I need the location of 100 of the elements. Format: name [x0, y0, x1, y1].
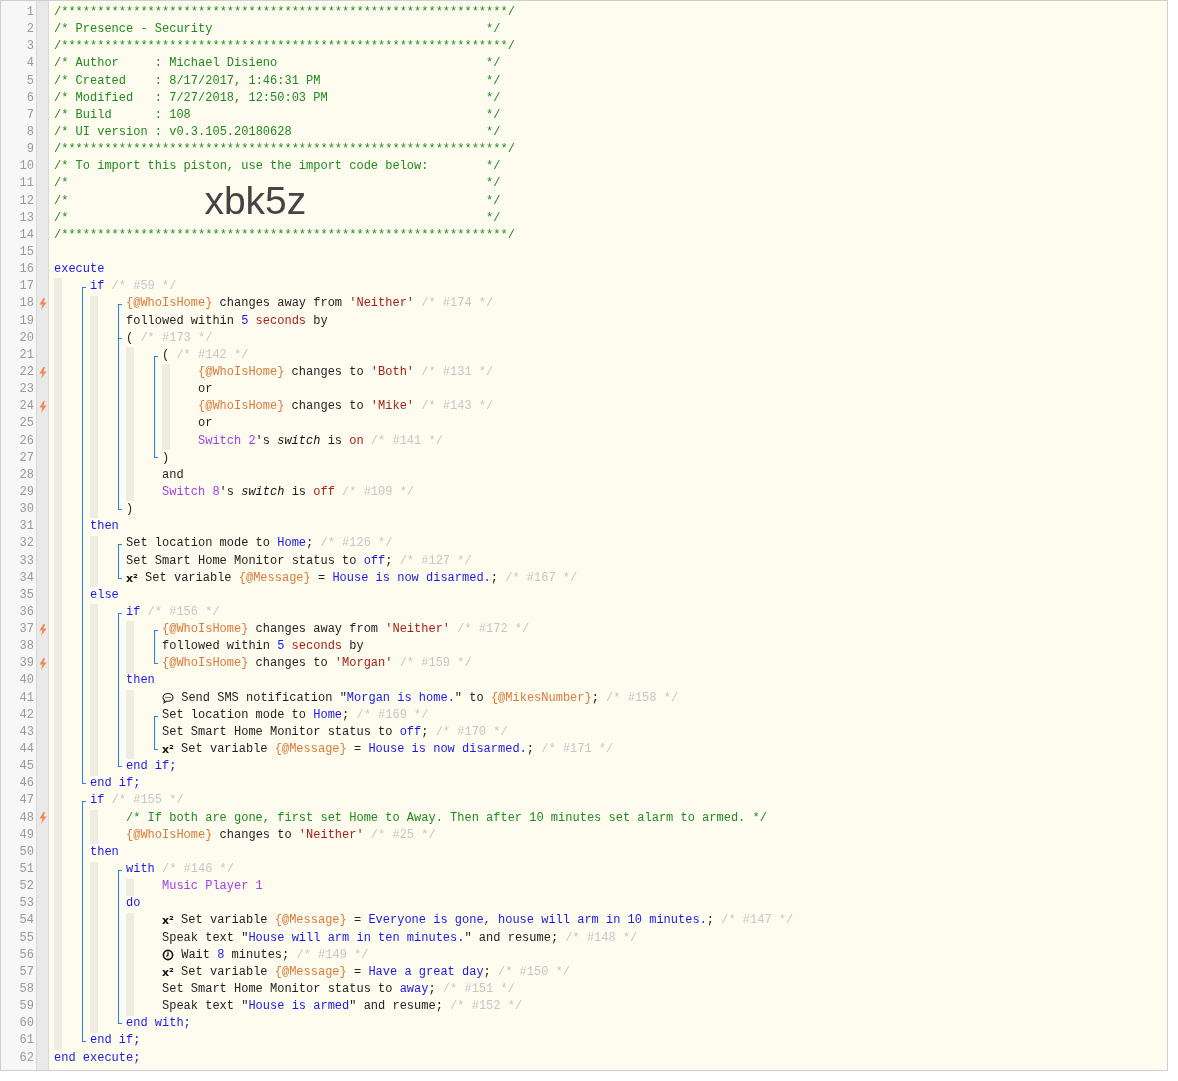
keyword: if: [90, 278, 105, 296]
string-literal: 'Mike': [370, 398, 415, 416]
statement-id: /* #158 */: [605, 689, 679, 707]
code-text: minutes;: [230, 946, 290, 964]
line-number: 14: [18, 226, 35, 244]
block-bracket: [154, 715, 158, 750]
device-name: Music Player 1: [162, 878, 263, 896]
code-text: Speak text ": [162, 998, 249, 1016]
code-comment: /* UI version : v0.3.105.20180628: [54, 124, 292, 141]
line-number: 39: [18, 655, 35, 673]
keyword: with: [126, 861, 155, 879]
device-name: Switch 2: [198, 432, 256, 450]
variable-symbol: x²: [162, 742, 174, 759]
code-comment: /* Author : Michael Disieno: [54, 55, 278, 73]
statement-id: /* #169 */: [355, 706, 429, 724]
line-number: 50: [18, 843, 35, 861]
code-text: by: [312, 312, 328, 330]
code-text: =: [352, 912, 363, 930]
line-number: 46: [18, 775, 35, 793]
speech-bubble-icon: [162, 692, 174, 705]
code-text: ): [126, 501, 134, 519]
code-comment: /**************************************************************/: [54, 4, 515, 21]
line-number: 54: [18, 912, 35, 930]
statement-id: /* #156 */: [146, 603, 220, 621]
value-literal: off: [399, 723, 422, 741]
code-comment: */: [486, 175, 501, 193]
line-number: 27: [18, 449, 35, 467]
line-number: 34: [18, 569, 35, 587]
code-text: " and resume;: [349, 998, 443, 1016]
code-text: changes to: [218, 826, 293, 844]
line-number: 42: [18, 706, 35, 724]
block-bracket: [154, 629, 158, 665]
line-number: 57: [18, 963, 35, 981]
string-literal: 'Neither': [385, 621, 451, 639]
value-literal: House will arm in ten minutes.: [248, 929, 465, 947]
code-text: Set Smart Home Monitor status to: [126, 552, 358, 570]
line-number: 53: [18, 895, 35, 913]
line-number: 26: [18, 432, 35, 450]
code-comment: */: [486, 192, 501, 210]
code-text: =: [352, 963, 363, 981]
variable-symbol: x²: [162, 913, 174, 930]
number-literal: 5: [277, 638, 285, 656]
line-number: 32: [18, 535, 35, 553]
statement-id: /* #170 */: [434, 723, 508, 741]
code-comment: */: [486, 72, 501, 90]
code-comment: /*: [54, 192, 69, 210]
code-text: Set location mode to: [162, 706, 308, 724]
code-comment: */: [486, 55, 501, 73]
keyword: if: [90, 792, 105, 810]
code-text: Set variable: [180, 741, 269, 759]
code-text: ;: [342, 706, 350, 724]
code-comment: /**************************************************************/: [54, 38, 515, 56]
code-comment: */: [486, 106, 501, 124]
line-number: 56: [18, 946, 35, 964]
number-literal: 5: [241, 312, 249, 330]
keyword: execute: [54, 261, 105, 279]
keyword: end if;: [90, 1032, 141, 1050]
line-number: 28: [18, 466, 35, 484]
statement-id: /* #174 */: [420, 295, 494, 313]
clock-icon: [162, 949, 174, 962]
line-number: 16: [18, 261, 35, 279]
line-number: 8: [25, 124, 35, 141]
variable-name: {@Message}: [274, 912, 347, 930]
statement-id: /* #131 */: [420, 363, 494, 381]
code-text: followed within: [126, 312, 236, 330]
code-text: changes to: [290, 363, 365, 381]
line-number: 25: [18, 415, 35, 433]
code-comment: */: [486, 158, 501, 176]
statement-id: /* #127 */: [398, 552, 472, 570]
state-value: off: [313, 483, 335, 501]
code-text: followed within: [162, 638, 272, 656]
code-text: changes to: [290, 398, 365, 416]
line-number: 36: [18, 603, 35, 621]
variable-name: {@WhoIsHome}: [198, 398, 285, 416]
statement-id: /* #143 */: [420, 398, 494, 416]
line-number: 47: [18, 792, 35, 810]
line-number: 3: [25, 38, 35, 56]
line-number: 15: [18, 243, 35, 261]
line-number: 37: [18, 621, 35, 639]
code-text: Set variable: [180, 963, 269, 981]
code-comment: /*: [54, 209, 69, 227]
statement-id: /* #109 */: [341, 483, 415, 501]
variable-name: {@WhoIsHome}: [126, 826, 213, 844]
statement-id: /* #173 */: [139, 329, 213, 347]
device-name: Switch 8: [162, 483, 220, 501]
code-text: changes away from: [218, 295, 344, 313]
string-literal: 'Neither': [349, 295, 415, 313]
variable-symbol: x²: [126, 570, 138, 587]
code-comment: /**************************************************************/: [54, 141, 515, 159]
variable-name: {@WhoIsHome}: [198, 363, 285, 381]
code-text: ;: [490, 569, 498, 587]
code-comment: */: [486, 89, 501, 107]
statement-id: /* #141 */: [369, 432, 443, 450]
code-text: Wait: [180, 946, 211, 964]
line-number: 60: [18, 1015, 35, 1033]
line-number: 30: [18, 501, 35, 519]
line-number: 4: [25, 55, 35, 73]
line-number: 59: [18, 998, 35, 1016]
code-comment: */: [486, 21, 501, 39]
code-text: (: [162, 346, 170, 364]
